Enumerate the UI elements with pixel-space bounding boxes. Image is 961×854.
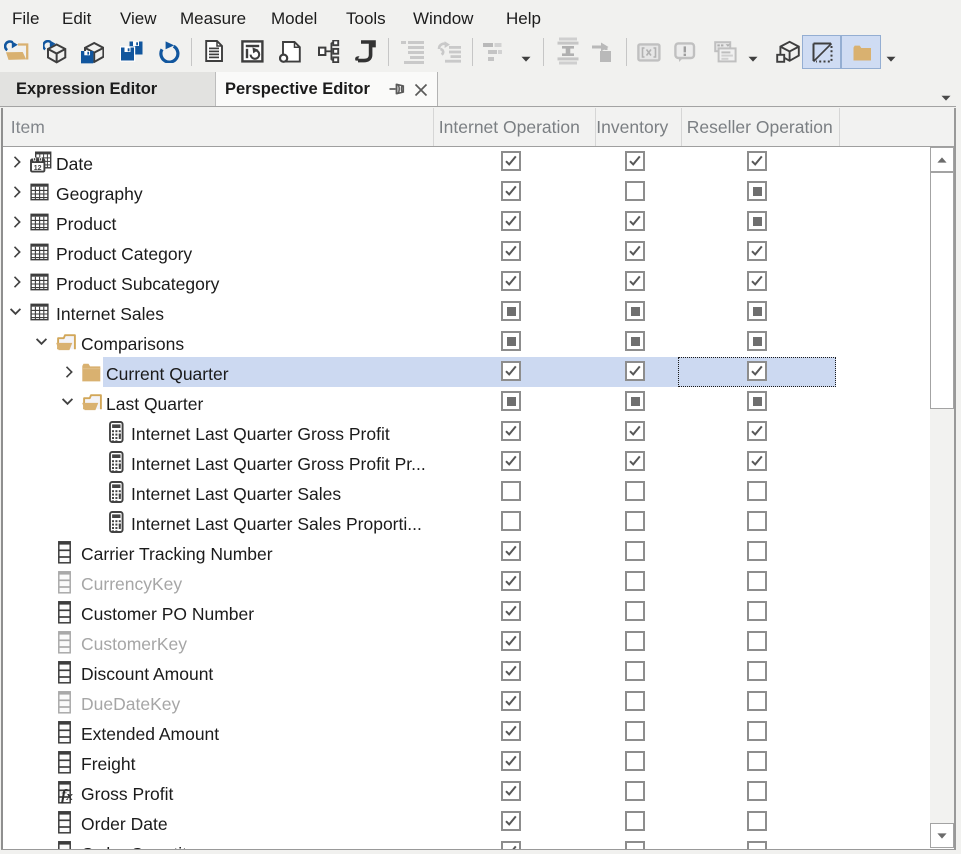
svg-text:12: 12: [34, 165, 42, 172]
